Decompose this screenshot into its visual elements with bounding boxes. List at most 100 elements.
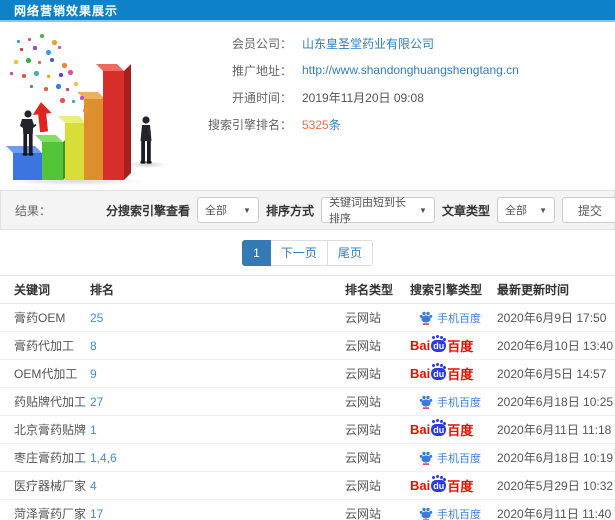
keyword-cell: 膏药OEM (14, 311, 66, 325)
confetti-dot (17, 40, 20, 43)
updated-time-cell: 2020年6月11日 11:40 (497, 507, 612, 520)
keyword-cell: 北京膏药贴牌 (14, 423, 87, 437)
filter-bar: 结果： 分搜索引擎查看 全部 ▼ 排序方式 关键词由短到长排序 ▼ 文章类型 全… (0, 190, 615, 230)
header-engine-type: 搜索引擎类型 (410, 283, 483, 297)
table-header-row: 关键词 排名 排名类型 搜索引擎类型 最新更新时间 (0, 276, 615, 304)
promo-url-row: 推广地址： http://www.shandonghuangshengtang.… (186, 63, 519, 78)
updated-time-cell: 2020年6月5日 14:57 (497, 367, 607, 381)
result-label: 结果： (15, 203, 52, 218)
table-row: 菏泽膏药厂家 17 云网站 手机百度 2020年6月11日 11:40 (0, 500, 615, 520)
rank-link[interactable]: 4 (90, 479, 345, 493)
promo-url-label: 推广地址： (231, 63, 292, 78)
engine-logo-baidu: Bai du 百度 (410, 419, 497, 439)
confetti-dot (68, 70, 73, 75)
keyword-cell: 菏泽膏药厂家 (14, 507, 87, 520)
info-section: 会员公司： 山东皇圣堂药业有限公司 推广地址： http://www.shand… (0, 22, 615, 190)
company-link[interactable]: 山东皇圣堂药业有限公司 (302, 35, 434, 52)
keyword-cell: 膏药代加工 (14, 339, 75, 353)
confetti-dot (46, 50, 51, 55)
title-bar: 网络营销效果展示 (0, 0, 615, 22)
bar-green (35, 135, 70, 180)
sort-select-value: 关键词由短到长排序 (328, 197, 406, 225)
baidu-logo-du: du (431, 475, 447, 492)
confetti-dot (83, 108, 88, 113)
table-row: 枣庄膏药加工 1,4,6 云网站 手机百度 2020年6月18日 10:19 (0, 444, 615, 472)
next-page-button[interactable]: 下一页 (269, 239, 328, 266)
confetti-dot (10, 72, 13, 75)
engine-logo-mobile-baidu: 手机百度 (410, 450, 497, 466)
confetti-dot (60, 98, 65, 103)
confetti-dot (44, 87, 48, 91)
chevron-down-icon: ▼ (243, 205, 251, 215)
updated-time-cell: 2020年6月9日 17:50 (497, 311, 607, 325)
rank-link[interactable]: 1,4,6 (90, 451, 345, 465)
confetti-dot (66, 88, 69, 91)
confetti-dot (20, 48, 23, 51)
sort-filter-label: 排序方式 (265, 203, 314, 218)
rank-link[interactable]: 17 (90, 507, 345, 520)
pagination-zone: 1 下一页 尾页 (0, 230, 615, 275)
rank-link[interactable]: 27 (90, 395, 345, 409)
updated-time-cell: 2020年6月10日 13:40 (497, 339, 614, 353)
rank-link[interactable]: 25 (90, 311, 345, 325)
header-rank-type: 排名类型 (345, 283, 394, 297)
baidu-logo-cn: 百度 (447, 339, 474, 354)
table-row: 北京膏药贴牌 1 云网站 Bai du 百度 2020年6月11日 11:18 (0, 416, 615, 444)
member-info: 会员公司： 山东皇圣堂药业有限公司 推广地址： http://www.shand… (186, 36, 519, 144)
confetti-dot (62, 63, 67, 68)
keyword-rank-table: 关键词 排名 排名类型 搜索引擎类型 最新更新时间 膏药OEM 25 云网站 手机百度… (0, 275, 615, 520)
confetti-dot (50, 58, 54, 62)
confetti-dot (47, 75, 50, 78)
article-type-select[interactable]: 全部 ▼ (496, 197, 555, 223)
table-row: 膏药OEM 25 云网站 手机百度 2020年6月9日 17:50 (0, 304, 615, 332)
baidu-paw-icon (419, 507, 433, 520)
open-time-row: 开通时间： 2019年11月20日 09:08 (186, 90, 519, 105)
sort-select[interactable]: 关键词由短到长排序 ▼ (320, 197, 435, 225)
confetti-dot (72, 100, 75, 103)
updated-time-cell: 2020年6月11日 11:18 (497, 423, 612, 437)
rank-unit: 条 (328, 117, 341, 132)
baidu-paw-icon (419, 451, 433, 465)
confetti-dot (30, 85, 33, 88)
engine-select[interactable]: 全部 ▼ (196, 197, 259, 223)
rank-link[interactable]: 9 (90, 367, 345, 381)
rank-link[interactable]: 8 (90, 339, 345, 353)
baidu-logo-du: du (431, 335, 447, 352)
updated-time-cell: 2020年6月18日 10:19 (497, 451, 614, 465)
bar-red (96, 64, 131, 180)
rank-type-cell: 云网站 (345, 507, 382, 520)
header-rank: 排名 (90, 283, 115, 297)
keyword-cell: 医疗器械厂家 (14, 479, 87, 493)
last-page-button[interactable]: 尾页 (326, 239, 373, 266)
confetti-dot (26, 58, 31, 63)
confetti-dot (28, 38, 31, 41)
confetti-dot (58, 46, 61, 49)
confetti-dot (56, 84, 61, 89)
mobile-baidu-label: 手机百度 (437, 312, 481, 325)
company-row: 会员公司： 山东皇圣堂药业有限公司 (186, 35, 519, 52)
baidu-paw-icon (419, 395, 433, 409)
growth-chart-illustration (0, 30, 190, 188)
confetti-dot (22, 74, 26, 78)
bar-yellow (58, 116, 93, 180)
confetti-dot (34, 71, 39, 76)
confetti-dot (33, 46, 37, 50)
confetti-dot (52, 40, 57, 45)
baidu-logo-du: du (431, 419, 447, 436)
engine-logo-baidu: Bai du 百度 (410, 363, 497, 383)
page-button-current[interactable]: 1 (242, 239, 271, 266)
header-keyword: 关键词 (14, 283, 51, 297)
chevron-down-icon: ▼ (419, 205, 427, 215)
confetti-dot (14, 60, 18, 64)
rank-type-cell: 云网站 (345, 367, 382, 381)
baidu-logo-du: du (431, 363, 447, 380)
submit-button[interactable]: 提交 (561, 197, 615, 223)
rank-link[interactable]: 1 (90, 423, 345, 437)
keyword-cell: 枣庄膏药加工 (14, 451, 87, 465)
table-row: 医疗器械厂家 4 云网站 Bai du 百度 2020年5月29日 10:32 (0, 472, 615, 500)
table-row: 药贴牌代加工 27 云网站 手机百度 2020年6月18日 10:25 (0, 388, 615, 416)
promo-url-link[interactable]: http://www.shandonghuangshengtang.cn (302, 63, 519, 77)
engine-logo-mobile-baidu: 手机百度 (410, 310, 497, 326)
open-time-value: 2019年11月20日 09:08 (302, 90, 424, 105)
table-row: 膏药代加工 8 云网站 Bai du 百度 2020年6月10日 13:40 (0, 332, 615, 360)
